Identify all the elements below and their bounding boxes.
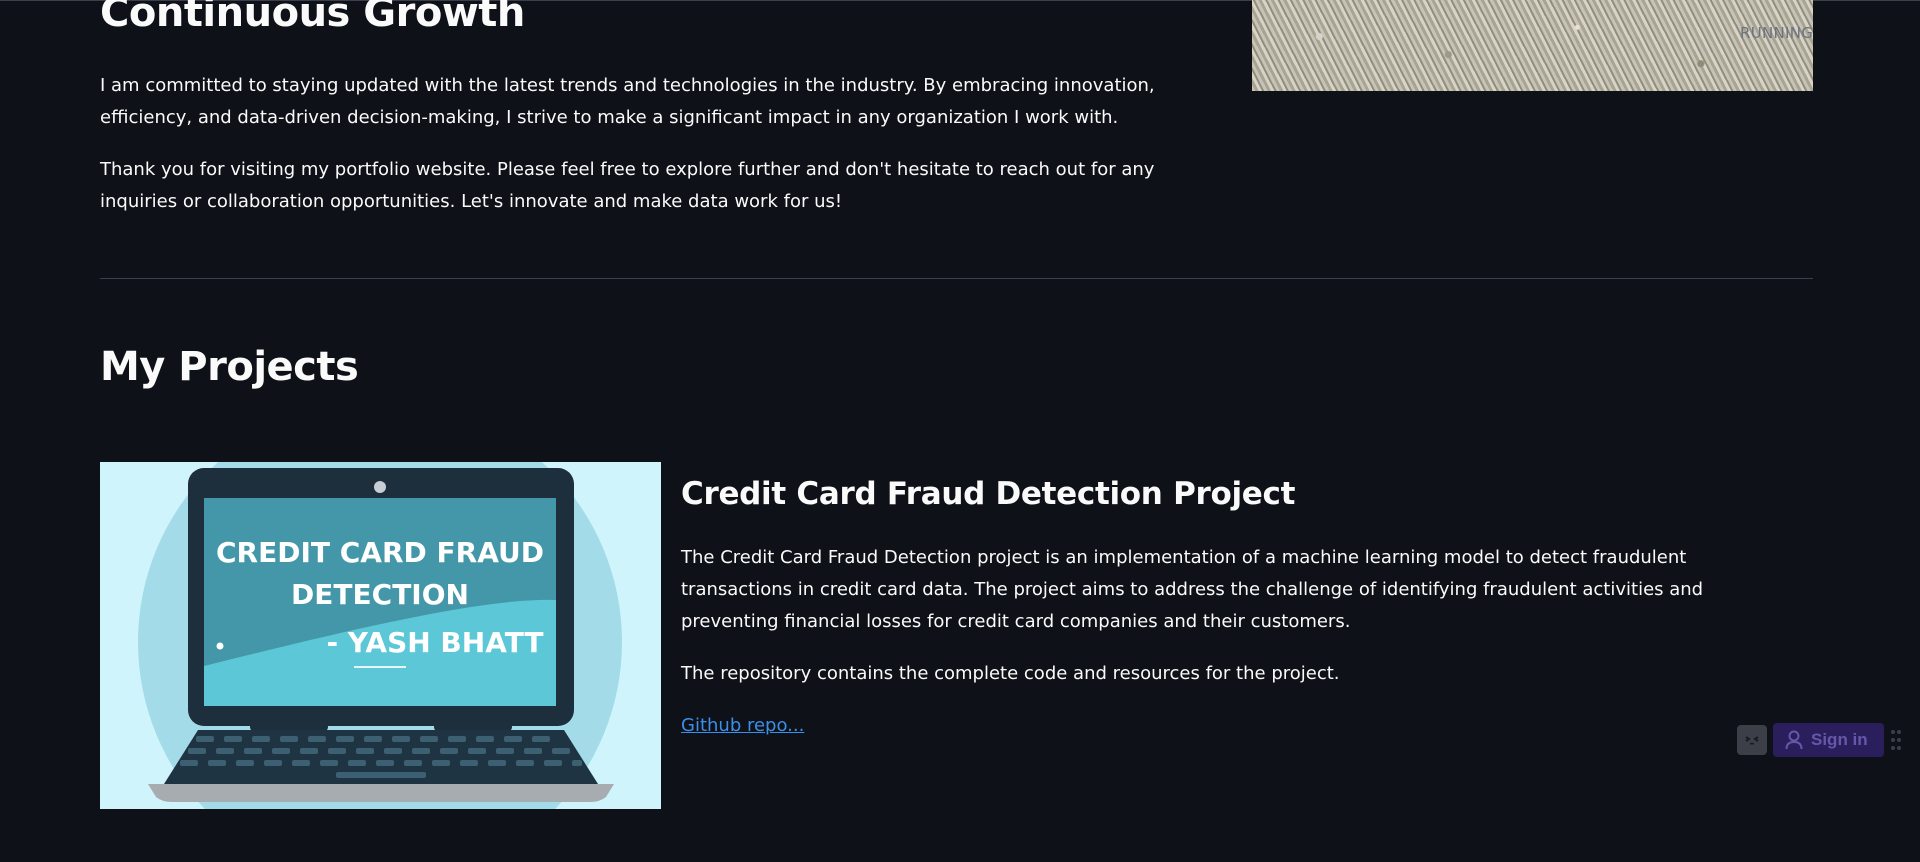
sign-in-button[interactable]: Sign in <box>1773 723 1884 757</box>
thumbnail-line-1: CREDIT CARD FRAUD <box>216 536 544 569</box>
growth-paragraph-2: Thank you for visiting my portfolio webs… <box>100 159 1155 212</box>
project-repo-text: The repository contains the complete cod… <box>681 663 1340 684</box>
app-page: Continuous Growth I am committed to stay… <box>0 0 1920 862</box>
project-title: Credit Card Fraud Detection Project <box>681 476 1296 512</box>
bottom-right-widget: Sign in <box>1737 723 1884 757</box>
face-icon[interactable] <box>1737 725 1767 755</box>
project-card: CREDIT CARD FRAUD DETECTION - YASH BHATT… <box>100 462 1813 809</box>
grip-icon[interactable] <box>1890 728 1902 752</box>
sign-in-label: Sign in <box>1811 730 1868 749</box>
thumbnail-line-3: - YASH BHATT <box>326 626 543 659</box>
project-thumbnail: CREDIT CARD FRAUD DETECTION - YASH BHATT <box>100 462 661 809</box>
grass-image <box>1252 0 1813 91</box>
github-repo-link[interactable]: Github repo... <box>681 710 804 742</box>
laptop-illustration: CREDIT CARD FRAUD DETECTION - YASH BHATT <box>138 462 622 809</box>
user-icon <box>1785 730 1803 750</box>
section-title-continuous-growth: Continuous Growth <box>100 0 525 36</box>
section-divider <box>100 278 1813 279</box>
running-status: RUNNING <box>1740 24 1814 42</box>
section-title-my-projects: My Projects <box>100 344 359 390</box>
growth-paragraph-1: I am committed to staying updated with t… <box>100 75 1155 128</box>
thumbnail-line-2: DETECTION <box>291 578 469 611</box>
project-description: The Credit Card Fraud Detection project … <box>681 547 1704 632</box>
